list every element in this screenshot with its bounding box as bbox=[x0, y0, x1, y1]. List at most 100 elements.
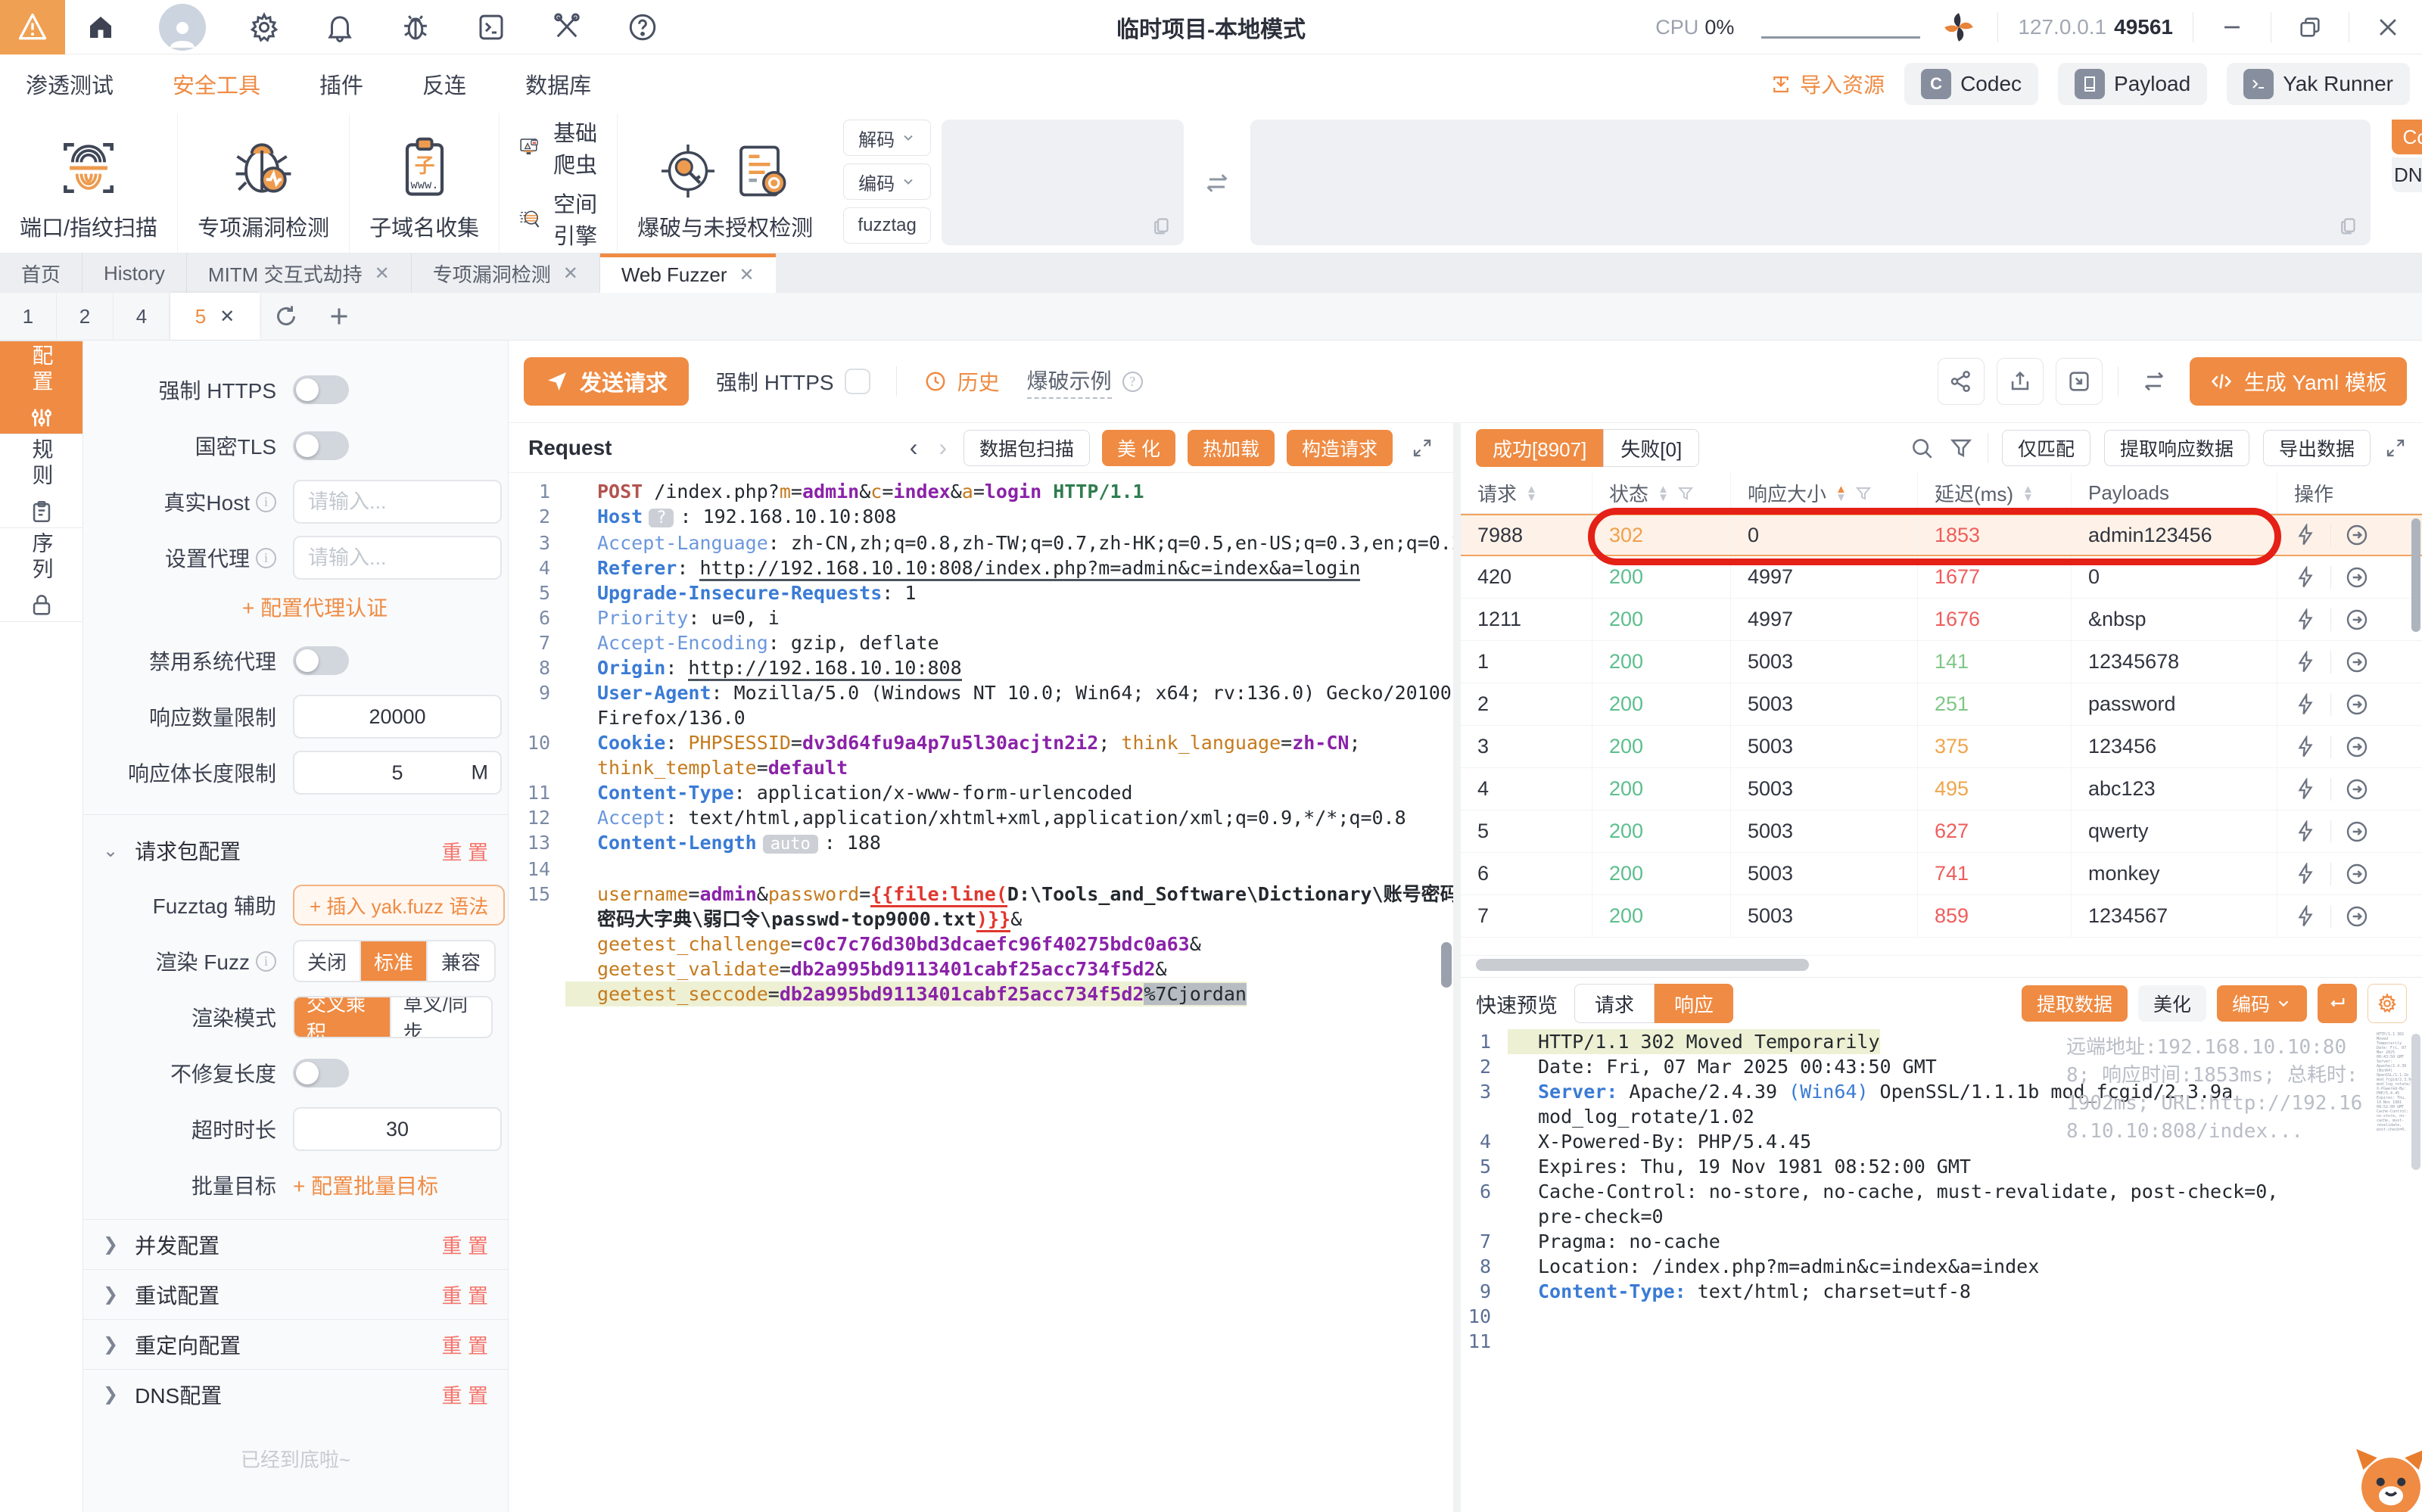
import-box-icon[interactable] bbox=[2056, 358, 2103, 405]
open-detail-icon[interactable] bbox=[2345, 692, 2369, 717]
column-request[interactable]: 请求▲▼ bbox=[1461, 473, 1592, 513]
tool-basic-crawler[interactable]: 基础爬虫 bbox=[518, 116, 599, 179]
tool-port-scan[interactable]: 端口/指纹扫描 bbox=[0, 114, 178, 253]
close-icon[interactable]: ✕ bbox=[219, 306, 235, 328]
extract-response-button[interactable]: 提取响应数据 bbox=[2104, 430, 2249, 466]
close-button[interactable] bbox=[2369, 8, 2407, 46]
open-detail-icon[interactable] bbox=[2345, 777, 2369, 801]
export-icon[interactable] bbox=[1997, 358, 2044, 405]
match-only-button[interactable]: 仅匹配 bbox=[2002, 430, 2090, 466]
reset-link[interactable]: 重 置 bbox=[441, 1280, 488, 1309]
open-detail-icon[interactable] bbox=[2345, 565, 2369, 590]
codec-button[interactable]: CCodec bbox=[1904, 63, 2038, 105]
table-row[interactable]: 121120049971676&nbsp bbox=[1461, 599, 2422, 641]
brute-example-link[interactable]: 爆破示例 bbox=[1027, 365, 1112, 399]
section-redirect[interactable]: ❯ 重定向配置 重 置 bbox=[83, 1319, 508, 1369]
add-tab-icon[interactable] bbox=[313, 303, 366, 330]
section-retry[interactable]: ❯ 重试配置 重 置 bbox=[83, 1269, 508, 1319]
batch-target-link[interactable]: + 配置批量目标 bbox=[293, 1170, 438, 1200]
section-concurrency[interactable]: ❯ 并发配置 重 置 bbox=[83, 1219, 508, 1269]
render-fuzz-off[interactable]: 关闭 bbox=[294, 941, 361, 981]
proxy-auth-link[interactable]: + 配置代理认证 bbox=[242, 592, 508, 622]
open-detail-icon[interactable] bbox=[2345, 608, 2369, 632]
close-icon[interactable]: ✕ bbox=[375, 263, 390, 285]
avatar[interactable] bbox=[159, 4, 206, 51]
preview-request-tab[interactable]: 请求 bbox=[1574, 984, 1655, 1023]
hotpatch-icon[interactable] bbox=[2294, 524, 2317, 546]
tool-space-engine[interactable]: 空间引擎 bbox=[518, 187, 599, 250]
yakit-mascot-icon[interactable] bbox=[2349, 1441, 2422, 1512]
copy-icon[interactable] bbox=[1150, 213, 1173, 236]
success-filter-button[interactable]: 成功[8907] bbox=[1476, 429, 1603, 467]
menu-plugins[interactable]: 插件 bbox=[319, 68, 363, 100]
render-fuzz-compat[interactable]: 兼容 bbox=[428, 941, 494, 981]
switch-view-icon[interactable] bbox=[2131, 358, 2178, 405]
column-size[interactable]: 响应大小▲▼ bbox=[1731, 473, 1918, 513]
reset-link[interactable]: 重 置 bbox=[441, 1380, 488, 1409]
hotpatch-icon[interactable] bbox=[2294, 778, 2317, 801]
newline-icon[interactable] bbox=[2318, 984, 2357, 1023]
open-detail-icon[interactable] bbox=[2345, 523, 2369, 547]
tab-vuln-scan[interactable]: 专项漏洞检测✕ bbox=[412, 254, 600, 293]
encode-dropdown-button[interactable]: 编码 bbox=[2217, 985, 2307, 1022]
table-hscrollbar[interactable] bbox=[1461, 956, 2422, 974]
hot-reload-button[interactable]: 热加载 bbox=[1188, 430, 1275, 466]
extract-data-button[interactable]: 提取数据 bbox=[2022, 985, 2128, 1022]
notifications-bell-icon[interactable] bbox=[322, 10, 357, 45]
reset-link[interactable]: 重 置 bbox=[441, 836, 488, 866]
home-icon[interactable] bbox=[83, 10, 118, 45]
dnslog-side-tab[interactable]: DNSLog bbox=[2392, 157, 2422, 192]
reset-link[interactable]: 重 置 bbox=[441, 1330, 488, 1359]
filter-icon[interactable] bbox=[1948, 435, 1974, 461]
timeout-input[interactable] bbox=[293, 1107, 502, 1151]
refresh-icon[interactable] bbox=[260, 303, 313, 330]
help-icon[interactable] bbox=[625, 10, 660, 45]
gm-tls-toggle[interactable] bbox=[293, 431, 349, 460]
rail-tab-rules[interactable]: 规则 bbox=[0, 434, 82, 528]
history-link[interactable]: 历史 bbox=[924, 366, 1000, 397]
minimap[interactable]: HTTP/1.1 302 Moved Temporarily Date: Fri… bbox=[2377, 1032, 2413, 1131]
restore-button[interactable] bbox=[2291, 8, 2329, 46]
response-viewer[interactable]: 远端地址:192.168.10.10:808; 响应时间:1853ms; 总耗时… bbox=[1461, 1029, 2422, 1354]
rail-tab-sequence[interactable]: 序列 bbox=[0, 528, 82, 622]
next-icon[interactable]: › bbox=[934, 434, 951, 462]
no-fix-length-toggle[interactable] bbox=[293, 1059, 349, 1087]
table-row[interactable]: 798830201853admin123456 bbox=[1461, 514, 2422, 556]
bug-icon[interactable] bbox=[398, 10, 433, 45]
table-row[interactable]: 1200500314112345678 bbox=[1461, 641, 2422, 683]
menu-pentest[interactable]: 渗透测试 bbox=[26, 68, 114, 100]
codec-side-tab[interactable]: Codec bbox=[2392, 120, 2422, 154]
prev-icon[interactable]: ‹ bbox=[905, 434, 923, 462]
tool-subdomain[interactable]: 子 www. 子域名收集 bbox=[350, 114, 500, 253]
beautify-button[interactable]: 美化 bbox=[2138, 985, 2206, 1022]
swap-arrows-icon[interactable] bbox=[1202, 168, 1232, 198]
hotpatch-icon[interactable] bbox=[2294, 693, 2317, 716]
construct-request-button[interactable]: 构造请求 bbox=[1287, 430, 1393, 466]
scrollbar-thumb[interactable] bbox=[2411, 1034, 2420, 1170]
codec-input-area[interactable] bbox=[942, 120, 1184, 245]
table-row[interactable]: 32005003375123456 bbox=[1461, 726, 2422, 768]
send-request-button[interactable]: 发送请求 bbox=[524, 357, 689, 406]
fuzzer-tab-5[interactable]: 5✕ bbox=[170, 293, 260, 340]
table-row[interactable]: 42005003495abc123 bbox=[1461, 768, 2422, 810]
fuzztag-button[interactable]: fuzztag bbox=[843, 207, 931, 244]
close-icon[interactable]: ✕ bbox=[739, 264, 755, 286]
tab-mitm[interactable]: MITM 交互式劫持✕ bbox=[187, 254, 412, 293]
scrollbar-thumb[interactable] bbox=[1441, 942, 1452, 988]
real-host-input[interactable] bbox=[293, 480, 502, 524]
fuzzer-tab-4[interactable]: 4 bbox=[114, 293, 170, 340]
proxy-input[interactable] bbox=[293, 536, 502, 580]
tool-brute-force[interactable]: 爆破与未授权检测 bbox=[618, 114, 833, 253]
yak-runner-button[interactable]: Yak Runner bbox=[2227, 63, 2410, 105]
table-row[interactable]: 52005003627qwerty bbox=[1461, 810, 2422, 853]
codec-output-area[interactable] bbox=[1250, 120, 2371, 245]
open-detail-icon[interactable] bbox=[2345, 904, 2369, 929]
preview-settings-icon[interactable] bbox=[2368, 984, 2407, 1023]
render-mode-cross[interactable]: 交叉乘积 bbox=[294, 997, 391, 1037]
yakit-logo[interactable] bbox=[0, 0, 65, 54]
fail-filter-button[interactable]: 失败[0] bbox=[1603, 429, 1699, 467]
fullscreen-icon[interactable] bbox=[1411, 437, 1434, 459]
filter-icon[interactable] bbox=[1854, 484, 1873, 502]
copy-icon[interactable] bbox=[2337, 213, 2360, 236]
close-icon[interactable]: ✕ bbox=[563, 263, 578, 285]
